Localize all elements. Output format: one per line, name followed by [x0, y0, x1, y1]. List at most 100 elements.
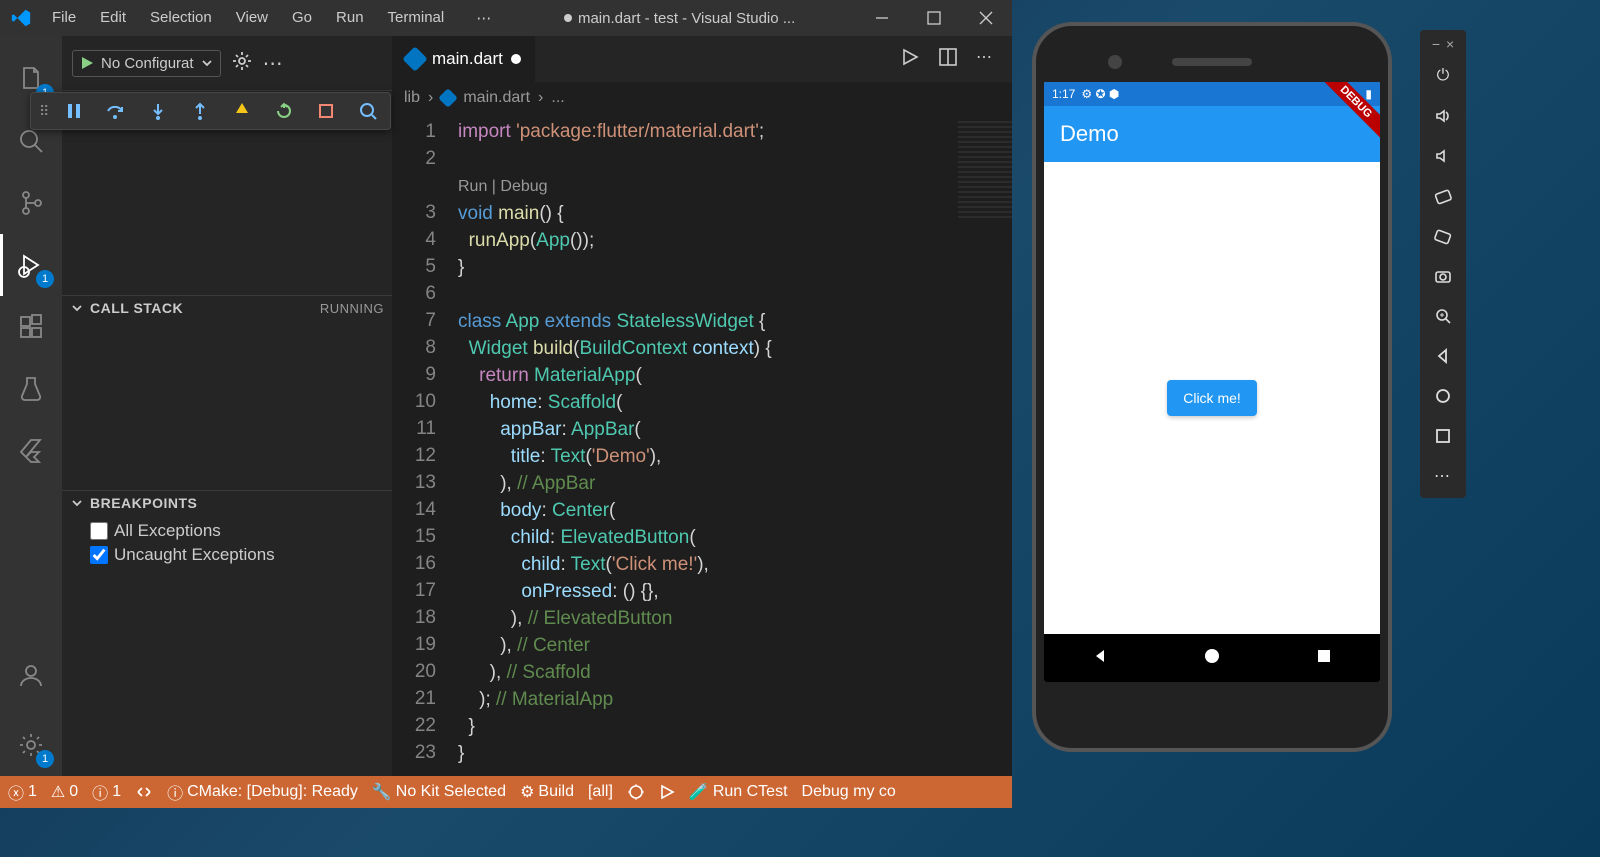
- code-content[interactable]: import 'package:flutter/material.dart'; …: [458, 118, 1012, 776]
- menu-edit[interactable]: Edit: [90, 5, 136, 31]
- status-info[interactable]: ⓘ 1: [92, 780, 121, 804]
- nav-back-icon[interactable]: [1090, 646, 1110, 671]
- emu-close-icon[interactable]: ×: [1446, 36, 1454, 52]
- more-actions-icon[interactable]: ⋯: [263, 51, 285, 76]
- pause-button[interactable]: [60, 97, 88, 125]
- emu-volume-up-button[interactable]: [1427, 100, 1459, 132]
- hot-reload-button[interactable]: [228, 97, 256, 125]
- maximize-button[interactable]: [908, 0, 960, 36]
- emu-more-button[interactable]: ⋯: [1427, 460, 1459, 492]
- run-config-selector[interactable]: No Configurat: [72, 50, 221, 77]
- status-target[interactable]: [all]: [588, 783, 613, 801]
- step-over-button[interactable]: [102, 97, 130, 125]
- code-editor[interactable]: 12 34567891011121314151617181920212223 i…: [392, 114, 1012, 776]
- emu-rotate-right-button[interactable]: [1427, 220, 1459, 252]
- editor-actions: ⋯: [900, 47, 1012, 72]
- status-run-icon[interactable]: [659, 784, 675, 800]
- menu-terminal[interactable]: Terminal: [378, 5, 455, 31]
- emu-volume-down-button[interactable]: [1427, 140, 1459, 172]
- status-debug-icon[interactable]: [627, 783, 645, 801]
- activity-extensions[interactable]: [0, 296, 62, 358]
- callstack-header[interactable]: CALL STACK RUNNING: [62, 296, 392, 320]
- menu-file[interactable]: File: [42, 5, 86, 31]
- activity-settings[interactable]: 1: [0, 714, 62, 776]
- android-nav-bar: [1044, 634, 1380, 682]
- breadcrumb[interactable]: lib › main.dart › ...: [392, 82, 1012, 114]
- restart-button[interactable]: [270, 97, 298, 125]
- editor-more-icon[interactable]: ⋯: [976, 47, 994, 72]
- tab-modified-icon: [511, 54, 521, 64]
- title-bar: File Edit Selection View Go Run Terminal…: [0, 0, 1012, 36]
- activity-run-debug[interactable]: 1: [0, 234, 62, 296]
- menu-more[interactable]: ⋯: [466, 5, 503, 31]
- close-button[interactable]: [960, 0, 1012, 36]
- minimap[interactable]: [958, 118, 1012, 218]
- line-gutter: 12 34567891011121314151617181920212223: [392, 118, 458, 776]
- crumb-file[interactable]: main.dart: [463, 89, 530, 107]
- activity-testing[interactable]: [0, 358, 62, 420]
- emu-rotate-left-button[interactable]: [1427, 180, 1459, 212]
- emu-screenshot-button[interactable]: [1427, 260, 1459, 292]
- status-errors[interactable]: ⓧ 1: [8, 780, 37, 804]
- emu-zoom-button[interactable]: [1427, 300, 1459, 332]
- emu-home-button[interactable]: [1427, 380, 1459, 412]
- status-warnings[interactable]: ⚠ 0: [51, 782, 78, 802]
- devtools-button[interactable]: [354, 97, 382, 125]
- activity-account[interactable]: [0, 644, 62, 706]
- editor-group: main.dart ⋯ lib › main.dart › ... 12 345…: [392, 36, 1012, 776]
- bp-all-checkbox[interactable]: [90, 522, 108, 540]
- phone-top: [1044, 42, 1380, 82]
- nav-recent-icon[interactable]: [1314, 646, 1334, 671]
- menu-view[interactable]: View: [226, 5, 278, 31]
- callstack-body: [62, 320, 392, 490]
- click-me-button[interactable]: Click me!: [1167, 380, 1257, 416]
- step-out-button[interactable]: [186, 97, 214, 125]
- emu-power-button[interactable]: ⏻: [1427, 60, 1459, 92]
- window-controls: [856, 0, 1012, 36]
- crumb-more[interactable]: ...: [551, 89, 564, 107]
- bp-uncaught-checkbox[interactable]: [90, 546, 108, 564]
- breakpoints-header[interactable]: BREAKPOINTS: [62, 491, 392, 515]
- tab-main-dart[interactable]: main.dart: [392, 36, 535, 82]
- split-editor-icon[interactable]: [938, 47, 958, 72]
- status-build[interactable]: ⚙ Build: [520, 782, 574, 802]
- stop-button[interactable]: [312, 97, 340, 125]
- bp-uncaught-label: Uncaught Exceptions: [114, 545, 275, 565]
- run-config-row: No Configurat ⋯: [62, 36, 392, 90]
- status-bar: ⓧ 1 ⚠ 0 ⓘ 1 ⓘ CMake: [Debug]: Ready 🔧 No…: [0, 776, 1012, 808]
- phone-screen[interactable]: DEBUG 1:17 ⚙ ✪ ⬢ ▲ ▮ Demo Click me!: [1044, 82, 1380, 682]
- step-into-button[interactable]: [144, 97, 172, 125]
- app-bar: Demo: [1044, 106, 1380, 162]
- chevron-right-icon: ›: [538, 89, 543, 107]
- breakpoints-body: All Exceptions Uncaught Exceptions: [62, 515, 392, 571]
- crumb-folder[interactable]: lib: [404, 89, 420, 107]
- menu-selection[interactable]: Selection: [140, 5, 222, 31]
- emu-back-button[interactable]: [1427, 340, 1459, 372]
- status-kit[interactable]: 🔧 No Kit Selected: [372, 782, 506, 802]
- drag-handle-icon[interactable]: ⠿: [39, 103, 46, 120]
- minimize-button[interactable]: [856, 0, 908, 36]
- emu-overview-button[interactable]: [1427, 420, 1459, 452]
- debug-toolbar[interactable]: ⠿: [30, 92, 391, 130]
- nav-home-icon[interactable]: [1202, 646, 1222, 671]
- debug-badge: 1: [36, 270, 54, 288]
- activity-flutter[interactable]: [0, 420, 62, 482]
- configure-gear-icon[interactable]: [231, 50, 253, 76]
- bp-all-exceptions[interactable]: All Exceptions: [90, 519, 384, 543]
- status-debugmy[interactable]: Debug my co: [802, 783, 896, 801]
- status-ctest[interactable]: 🧪 Run CTest: [689, 782, 788, 802]
- emu-window-controls: − ×: [1432, 36, 1454, 52]
- menu-go[interactable]: Go: [282, 5, 322, 31]
- editor-tabs: main.dart ⋯: [392, 36, 1012, 82]
- phone-camera-icon: [1108, 55, 1122, 69]
- bp-uncaught-exceptions[interactable]: Uncaught Exceptions: [90, 543, 384, 567]
- menu-run[interactable]: Run: [326, 5, 374, 31]
- status-cmake[interactable]: ⓘ CMake: [Debug]: Ready: [167, 780, 358, 804]
- emu-minimize-icon[interactable]: −: [1432, 36, 1440, 52]
- status-remote-icon[interactable]: [135, 783, 153, 801]
- bp-all-label: All Exceptions: [114, 521, 221, 541]
- activity-source-control[interactable]: [0, 172, 62, 234]
- chevron-down-icon: [200, 56, 214, 70]
- watch-body: [62, 115, 392, 295]
- run-editor-icon[interactable]: [900, 47, 920, 72]
